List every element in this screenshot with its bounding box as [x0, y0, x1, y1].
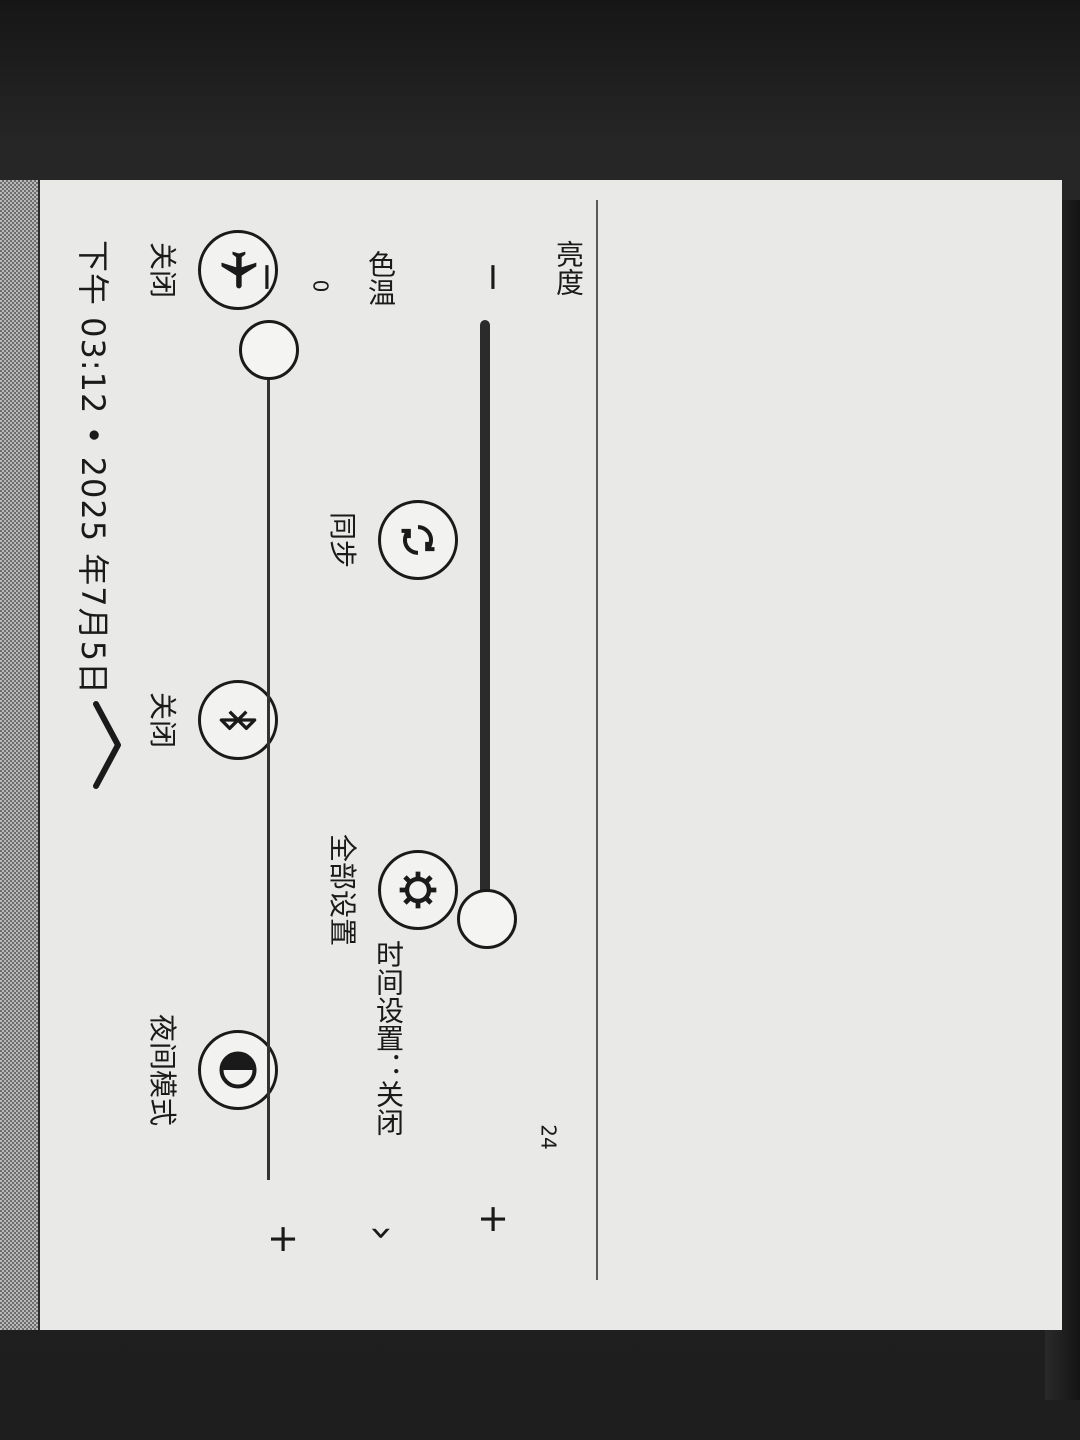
schedule-value: 关闭 [372, 1080, 405, 1136]
color-temp-minus-button[interactable]: − [246, 261, 290, 293]
all-settings-label: 全部设置 [326, 833, 359, 946]
brightness-thumb[interactable] [457, 888, 517, 949]
schedule-label: 时间设置： [372, 940, 405, 1080]
night-mode-label: 夜间模式 [146, 1013, 179, 1126]
brightness-fill [480, 320, 490, 919]
ereader-screen: 下午 03:12 • 2025 年7月5日 关闭 关闭 夜间模式 同步 全部设置… [0, 180, 1062, 1330]
color-temp-schedule[interactable]: 时间设置：关闭 [368, 940, 408, 1136]
color-temp-value: 0 [308, 279, 333, 293]
brightness-slider[interactable] [457, 320, 517, 1140]
bluetooth-toggle[interactable]: 关闭 [144, 660, 278, 780]
book-page-dither [0, 180, 40, 1330]
status-date: 2025 年7月5日 [74, 456, 112, 695]
collapse-chevron-icon[interactable] [90, 700, 126, 794]
status-separator: • [74, 425, 112, 446]
brightness-plus-button[interactable]: + [472, 1203, 516, 1235]
chevron-right-icon[interactable]: › [359, 1225, 405, 1241]
airplane-label: 关闭 [146, 241, 179, 298]
sync-button[interactable]: 同步 [324, 480, 458, 600]
gear-icon [378, 850, 458, 930]
color-temp-plus-button[interactable]: + [262, 1223, 306, 1255]
bluetooth-label: 关闭 [146, 691, 179, 748]
color-temp-slider[interactable] [239, 320, 299, 1180]
status-bar: 下午 03:12 • 2025 年7月5日 [72, 240, 118, 695]
brightness-value: 24 [536, 1124, 561, 1150]
night-mode-toggle[interactable]: 夜间模式 [144, 1010, 278, 1130]
sync-icon [378, 500, 458, 580]
status-time: 下午 03:12 [74, 240, 112, 415]
color-temp-thumb[interactable] [239, 320, 299, 380]
brightness-minus-button[interactable]: − [472, 261, 516, 293]
color-temp-title: 色温 [364, 250, 397, 306]
brightness-title: 亮度 [552, 240, 585, 296]
sync-label: 同步 [326, 511, 359, 568]
all-settings-button[interactable]: 全部设置 [324, 830, 458, 950]
color-temp-track [267, 320, 270, 1180]
